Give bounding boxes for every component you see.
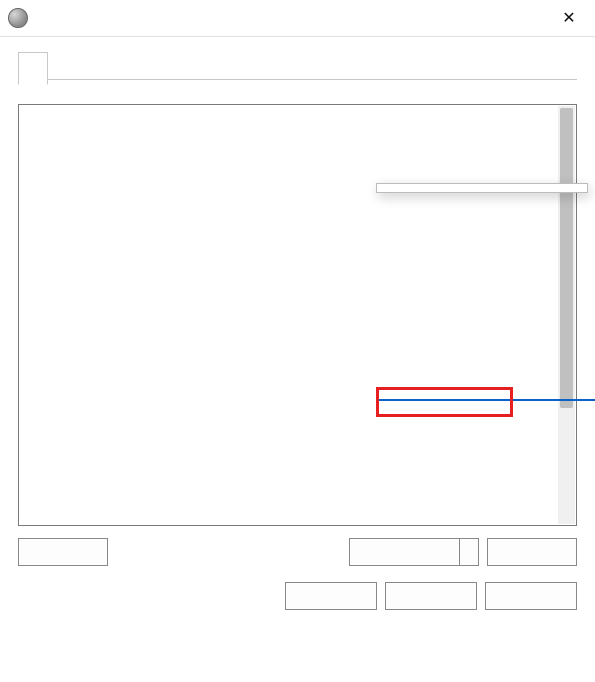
tab-recording[interactable] [48, 51, 76, 82]
set-default-dropdown[interactable] [459, 538, 479, 566]
app-icon [8, 8, 28, 28]
apply-button[interactable] [485, 582, 577, 610]
properties-button[interactable] [487, 538, 577, 566]
tab-sounds[interactable] [76, 51, 104, 82]
tab-communications[interactable] [104, 51, 132, 82]
dialog-footer [0, 566, 595, 624]
cancel-button[interactable] [385, 582, 477, 610]
ok-button[interactable] [285, 582, 377, 610]
set-default-button[interactable] [349, 538, 459, 566]
context-menu [376, 183, 588, 193]
tab-playback[interactable] [18, 52, 48, 85]
configure-button[interactable] [18, 538, 108, 566]
blue-line [376, 399, 595, 401]
tabs [18, 51, 577, 80]
titlebar: ✕ [0, 0, 595, 37]
scrollbar-thumb[interactable] [560, 108, 573, 408]
close-icon[interactable]: ✕ [551, 0, 587, 36]
device-list [18, 104, 577, 526]
scrollbar[interactable] [558, 106, 575, 524]
